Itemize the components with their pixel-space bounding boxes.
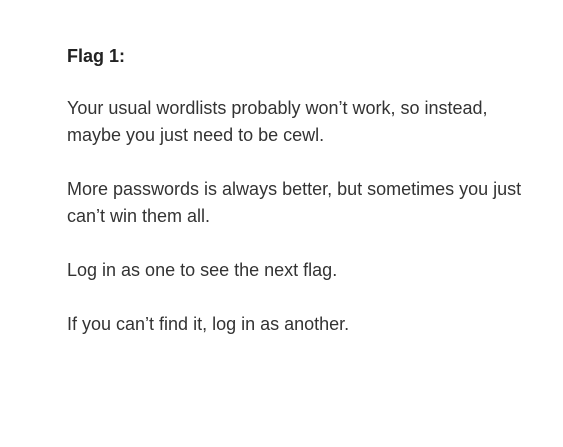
post-content: Flag 1: Your usual wordlists probably wo…: [0, 0, 563, 447]
hint-paragraph-login-one: Log in as one to see the next flag.: [67, 260, 338, 280]
flag-heading: Flag 1:: [67, 46, 126, 66]
hint-paragraph-wordlists: Your usual wordlists probably won’t work…: [67, 98, 488, 145]
hint-paragraph-login-another: If you can’t find it, log in as another.: [67, 314, 350, 334]
hint-paragraph-passwords: More passwords is always better, but som…: [67, 179, 522, 226]
